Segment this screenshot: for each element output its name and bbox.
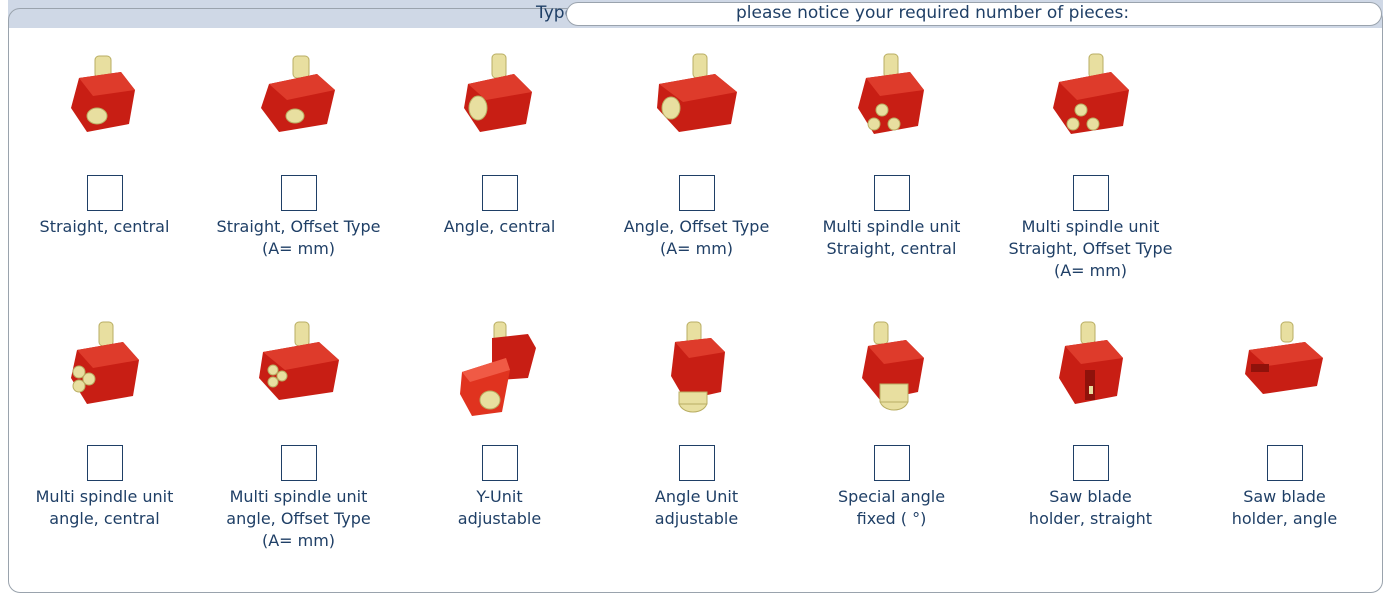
quantity-checkbox[interactable]	[1266, 445, 1303, 481]
item-label: Angle Unit adjustable	[654, 487, 739, 528]
item-label: Angle, Offset Type (A= mm)	[623, 217, 770, 258]
tool-holder-icon	[1058, 321, 1123, 404]
item-label: Multi spindle unit angle, central	[35, 487, 174, 528]
tool-holder-icon	[857, 53, 924, 134]
tool-holder-icon	[260, 55, 335, 132]
quantity-checkbox[interactable]	[873, 175, 910, 211]
tool-holder-icon	[463, 53, 532, 132]
tool-holder-icon	[459, 321, 536, 416]
item-label: Y-Unit adjustable	[457, 487, 542, 528]
quantity-checkbox[interactable]	[481, 445, 518, 481]
quantity-checkbox[interactable]	[1072, 175, 1109, 211]
quantity-checkbox[interactable]	[678, 445, 715, 481]
item-label: Angle, central	[443, 217, 556, 236]
tool-holder-icon	[70, 321, 139, 404]
tool-holder-icon	[861, 321, 924, 411]
item-label: Saw blade holder, straight	[1028, 487, 1153, 528]
tool-holder-icon	[1244, 321, 1323, 394]
quantity-checkbox[interactable]	[86, 445, 123, 481]
item-label: Multi spindle unit angle, Offset Type (A…	[226, 487, 371, 550]
quantity-checkbox[interactable]	[86, 175, 123, 211]
quantity-checkbox[interactable]	[481, 175, 518, 211]
notice-text: please notice your required number of pi…	[736, 3, 1130, 23]
item-label: Multi spindle unit Straight, Offset Type…	[1008, 217, 1173, 280]
tool-holder-icon	[70, 55, 135, 132]
tool-holder-icon	[258, 321, 339, 400]
item-label: Straight, central	[39, 217, 170, 236]
quantity-checkbox[interactable]	[678, 175, 715, 211]
quantity-checkbox[interactable]	[280, 175, 317, 211]
tool-holder-icon	[656, 53, 737, 132]
item-label: Multi spindle unit Straight, central	[822, 217, 961, 258]
tool-holder-icon	[1052, 53, 1129, 134]
item-label: Special angle fixed ( °)	[837, 487, 946, 528]
quantity-checkbox[interactable]	[1072, 445, 1109, 481]
item-label: Straight, Offset Type (A= mm)	[216, 217, 381, 258]
quantity-checkbox[interactable]	[280, 445, 317, 481]
quantity-checkbox[interactable]	[873, 445, 910, 481]
item-label: Saw blade holder, angle	[1231, 487, 1338, 528]
tool-holder-icon	[670, 321, 725, 413]
